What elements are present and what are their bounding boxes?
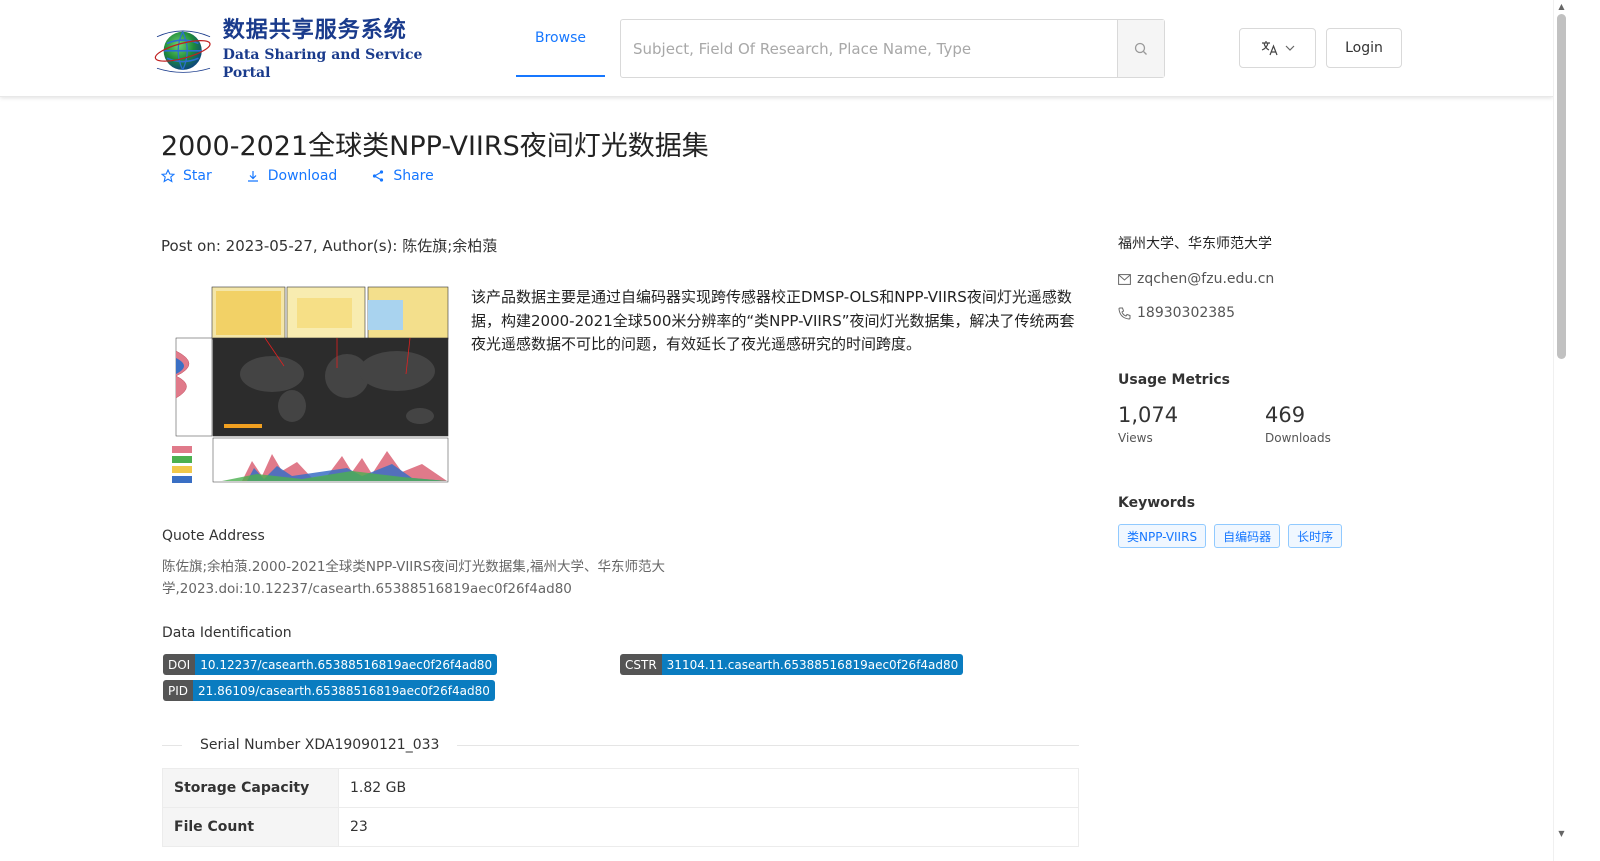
search-bar	[620, 19, 1165, 78]
scroll-down-arrow-icon[interactable]: ▼	[1557, 829, 1566, 838]
star-button[interactable]: Star	[161, 168, 212, 184]
contact-email[interactable]: zqchen@fzu.edu.cn	[1118, 271, 1418, 287]
nav-browse[interactable]: Browse	[516, 0, 605, 77]
organization: 福州大学、华东师范大学	[1118, 236, 1272, 252]
chevron-down-icon	[1285, 45, 1294, 51]
dataset-thumbnail-image[interactable]	[162, 286, 455, 486]
search-input[interactable]	[621, 20, 1117, 77]
top-header: 数据共享服务系统 Data Sharing and Service Portal…	[0, 0, 1553, 97]
star-label: Star	[183, 168, 212, 184]
page-title: 2000-2021全球类NPP-VIIRS夜间灯光数据集	[161, 131, 709, 162]
keyword-tag[interactable]: 长时序	[1288, 524, 1343, 548]
pid-key: PID	[163, 680, 194, 701]
views-metric: 1,074 Views	[1118, 403, 1178, 445]
sidebar: 福州大学、华东师范大学 zqchen@fzu.edu.cn 1893030238…	[1118, 233, 1418, 321]
data-identification-label: Data Identification	[162, 625, 292, 641]
downloads-label: Downloads	[1265, 431, 1331, 445]
right-margin	[1568, 0, 1600, 861]
pid-badge[interactable]: PID 21.86109/casearth.65388516819aec0f26…	[163, 680, 495, 701]
globe-logo-icon	[154, 30, 211, 73]
star-icon	[161, 169, 175, 183]
share-icon	[373, 170, 384, 182]
downloads-count: 469	[1265, 403, 1306, 427]
serial-number: Serial Number XDA19090121_033	[200, 737, 440, 753]
pid-value: 21.86109/casearth.65388516819aec0f26f4ad…	[193, 680, 495, 701]
table-row: File Count 23	[162, 807, 1079, 847]
doi-value: 10.12237/casearth.65388516819aec0f26f4ad…	[195, 654, 498, 675]
mail-icon	[1118, 273, 1131, 285]
contact-phone[interactable]: 18930302385	[1118, 305, 1418, 321]
site-logo[interactable]: 数据共享服务系统 Data Sharing and Service Portal	[152, 18, 432, 81]
scroll-up-arrow-icon[interactable]: ▲	[1557, 2, 1566, 11]
spec-value: 23	[338, 807, 1079, 847]
download-icon	[247, 171, 258, 182]
spec-key: Storage Capacity	[162, 768, 339, 808]
spec-key: File Count	[162, 807, 339, 847]
spec-value: 1.82 GB	[338, 768, 1079, 808]
cstr-value: 31104.11.casearth.65388516819aec0f26f4ad…	[661, 654, 964, 675]
page-scrollbar[interactable]: ▲ ▼	[1553, 0, 1568, 861]
cstr-key: CSTR	[620, 654, 662, 675]
post-info: Post on: 2023-05-27, Author(s): 陈佐旗;余柏蒗	[161, 237, 498, 255]
downloads-metric: 469 Downloads	[1265, 403, 1331, 445]
download-label: Download	[267, 168, 338, 184]
spec-table: Storage Capacity 1.82 GB File Count 23	[162, 768, 1079, 847]
translate-icon	[1261, 41, 1278, 56]
logo-title-en: Data Sharing and Service Portal	[222, 47, 423, 81]
keyword-tag[interactable]: 自编码器	[1214, 524, 1281, 548]
search-icon	[1134, 42, 1147, 55]
search-button[interactable]	[1117, 20, 1164, 77]
share-label: Share	[393, 168, 434, 184]
phone-icon	[1118, 307, 1131, 320]
keywords-title: Keywords	[1118, 495, 1196, 511]
cstr-badge[interactable]: CSTR 31104.11.casearth.65388516819aec0f2…	[620, 654, 964, 675]
usage-metrics-title: Usage Metrics	[1118, 372, 1230, 388]
language-switcher[interactable]	[1239, 28, 1316, 68]
views-count: 1,074	[1118, 403, 1179, 427]
doi-key: DOI	[163, 654, 196, 675]
table-row: Storage Capacity 1.82 GB	[162, 768, 1079, 808]
dataset-description: 该产品数据主要是通过自编码器实现跨传感器校正DMSP-OLS和NPP-VIIRS…	[471, 288, 1075, 353]
keyword-list: 类NPP-VIIRS 自编码器 长时序	[1118, 524, 1343, 548]
dataset-actions: Star Download Share	[161, 168, 434, 184]
logo-title-cn: 数据共享服务系统	[222, 18, 407, 43]
doi-badge[interactable]: DOI 10.12237/casearth.65388516819aec0f26…	[163, 654, 498, 675]
keyword-tag[interactable]: 类NPP-VIIRS	[1118, 524, 1207, 548]
views-label: Views	[1118, 431, 1153, 445]
download-button[interactable]: Download	[246, 168, 338, 184]
quote-address-text: 陈佐旗;余柏蒗.2000-2021全球类NPP-VIIRS夜间灯光数据集,福州大…	[162, 559, 666, 597]
scrollbar-thumb[interactable]	[1557, 14, 1566, 359]
email-text: zqchen@fzu.edu.cn	[1137, 271, 1275, 287]
phone-text: 18930302385	[1137, 305, 1235, 321]
share-button[interactable]: Share	[371, 168, 434, 184]
serial-number-divider: Serial Number XDA19090121_033	[162, 735, 1079, 755]
login-button[interactable]: Login	[1326, 28, 1402, 68]
quote-address-label: Quote Address	[162, 528, 265, 544]
